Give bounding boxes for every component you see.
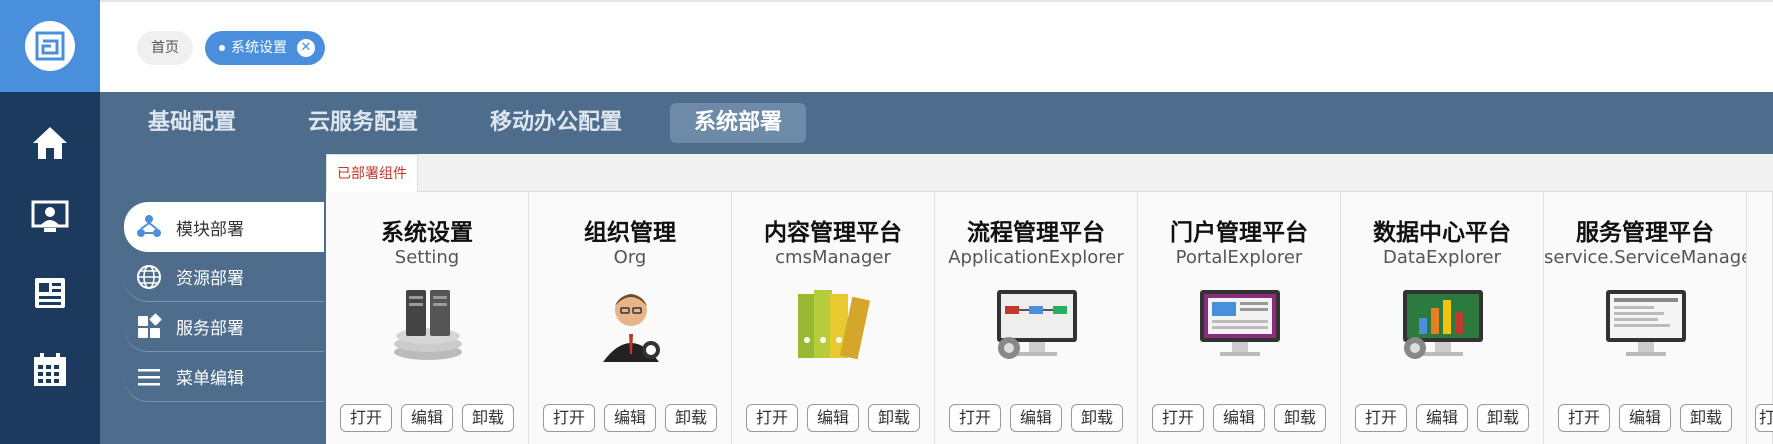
card-actions: 打开 编辑 卸载	[746, 404, 920, 432]
app-root: 首页 系统设置 ✕ 基础配置 云服务配置 移动办公配置 系统部署 模块部署 资源…	[0, 0, 1773, 444]
edit-button[interactable]: 编辑	[807, 404, 859, 432]
component-card-partial: 打	[1747, 192, 1773, 444]
card-title: 门户管理平台	[1170, 220, 1308, 246]
side-item-label: 模块部署	[176, 219, 244, 240]
uninstall-button[interactable]: 卸载	[1071, 404, 1123, 432]
side-item-label: 资源部署	[176, 269, 244, 289]
news-icon[interactable]	[0, 268, 100, 318]
calendar-icon[interactable]	[0, 345, 100, 395]
card-subtitle: Setting	[394, 247, 460, 268]
edit-button[interactable]: 编辑	[1213, 404, 1265, 432]
open-button[interactable]: 打开	[1558, 404, 1610, 432]
component-card-portal: 门户管理平台 PortalExplorer 打开 编辑 卸载	[1138, 192, 1341, 444]
deployed-components-panel: 已部署组件 系统设置 Setting 打开 编辑 卸载 组织管理 Org 打开 …	[326, 154, 1773, 444]
open-button[interactable]: 打	[1755, 404, 1773, 432]
menu-icon	[134, 362, 164, 392]
uninstall-button[interactable]: 卸载	[462, 404, 514, 432]
globe-icon	[134, 262, 164, 292]
edit-button[interactable]: 编辑	[401, 404, 453, 432]
open-button[interactable]: 打开	[746, 404, 798, 432]
component-card-workflow: 流程管理平台 ApplicationExplorer 打开 编辑 卸载	[935, 192, 1138, 444]
service-monitor-image	[1600, 284, 1692, 364]
open-button[interactable]: 打开	[340, 404, 392, 432]
binders-image	[788, 284, 880, 364]
card-actions: 打	[1755, 404, 1773, 432]
breadcrumb-home[interactable]: 首页	[137, 31, 193, 65]
card-subtitle: service.ServiceManage	[1544, 247, 1746, 268]
card-title: 系统设置	[381, 220, 473, 246]
logo-icon	[25, 21, 75, 71]
card-title: 数据中心平台	[1373, 220, 1511, 246]
component-card-setting: 系统设置 Setting 打开 编辑 卸载	[326, 192, 529, 444]
side-item-label: 菜单编辑	[176, 369, 244, 389]
open-button[interactable]: 打开	[1152, 404, 1204, 432]
side-item-service-deploy[interactable]: 服务部署	[124, 302, 324, 352]
card-subtitle: cmsManager	[775, 247, 891, 268]
portal-monitor-image	[1194, 284, 1286, 364]
component-card-cms: 内容管理平台 cmsManager 打开 编辑 卸载	[732, 192, 935, 444]
card-actions: 打开 编辑 卸载	[340, 404, 514, 432]
side-item-label: 服务部署	[176, 319, 244, 339]
top-tabs: 基础配置 云服务配置 移动办公配置 系统部署	[100, 92, 807, 154]
uninstall-button[interactable]: 卸载	[1680, 404, 1732, 432]
card-actions: 打开 编辑 卸载	[1152, 404, 1326, 432]
card-title: 内容管理平台	[764, 220, 902, 246]
card-actions: 打开 编辑 卸载	[1355, 404, 1529, 432]
component-cards: 系统设置 Setting 打开 编辑 卸载 组织管理 Org 打开 编辑 卸载 …	[326, 192, 1773, 444]
card-title: 流程管理平台	[967, 220, 1105, 246]
card-actions: 打开 编辑 卸载	[543, 404, 717, 432]
card-title: 服务管理平台	[1576, 220, 1714, 246]
server-image	[382, 284, 474, 364]
open-button[interactable]: 打开	[543, 404, 595, 432]
main-area: 基础配置 云服务配置 移动办公配置 系统部署 模块部署 资源部署 服务部署 菜单…	[100, 92, 1773, 444]
card-title: 组织管理	[584, 220, 676, 246]
panel-tab-bar: 已部署组件	[326, 154, 1773, 192]
tab-system-deploy[interactable]: 系统部署	[670, 103, 807, 143]
uninstall-button[interactable]: 卸载	[868, 404, 920, 432]
module-icon	[134, 212, 164, 242]
card-subtitle: DataExplorer	[1383, 247, 1501, 268]
card-actions: 打开 编辑 卸载	[949, 404, 1123, 432]
side-item-module-deploy[interactable]: 模块部署	[124, 202, 324, 252]
tab-mobile-config[interactable]: 移动办公配置	[466, 103, 646, 143]
card-actions: 打开 编辑 卸载	[1558, 404, 1732, 432]
breadcrumb-active-tab[interactable]: 系统设置 ✕	[205, 31, 325, 65]
edit-button[interactable]: 编辑	[1010, 404, 1062, 432]
card-subtitle: ApplicationExplorer	[948, 247, 1124, 268]
uninstall-button[interactable]: 卸载	[1274, 404, 1326, 432]
user-screen-icon[interactable]	[0, 192, 100, 242]
home-icon[interactable]	[0, 118, 100, 168]
tab-cloud-config[interactable]: 云服务配置	[284, 103, 442, 143]
edit-button[interactable]: 编辑	[1416, 404, 1468, 432]
side-menu: 模块部署 资源部署 服务部署 菜单编辑	[124, 202, 324, 402]
component-card-data: 数据中心平台 DataExplorer 打开 编辑 卸载	[1341, 192, 1544, 444]
left-rail	[0, 0, 100, 444]
person-image	[585, 284, 677, 364]
tab-deployed-components[interactable]: 已部署组件	[326, 154, 418, 192]
close-icon[interactable]: ✕	[297, 39, 315, 57]
active-dot-icon	[219, 45, 225, 51]
blocks-icon	[134, 312, 164, 342]
edit-button[interactable]: 编辑	[1619, 404, 1671, 432]
component-card-org: 组织管理 Org 打开 编辑 卸载	[529, 192, 732, 444]
uninstall-button[interactable]: 卸载	[665, 404, 717, 432]
open-button[interactable]: 打开	[949, 404, 1001, 432]
uninstall-button[interactable]: 卸载	[1477, 404, 1529, 432]
card-subtitle: PortalExplorer	[1175, 247, 1303, 268]
side-item-menu-edit[interactable]: 菜单编辑	[124, 352, 324, 402]
tab-basic-config[interactable]: 基础配置	[124, 103, 260, 143]
open-button[interactable]: 打开	[1355, 404, 1407, 432]
side-item-resource-deploy[interactable]: 资源部署	[124, 252, 324, 302]
workflow-monitor-image	[991, 284, 1083, 364]
breadcrumb-active-label: 系统设置	[231, 40, 287, 56]
card-subtitle: Org	[613, 247, 647, 268]
edit-button[interactable]: 编辑	[604, 404, 656, 432]
top-bar: 首页 系统设置 ✕	[100, 0, 1773, 92]
logo-area[interactable]	[0, 0, 100, 92]
component-card-service: 服务管理平台 service.ServiceManage 打开 编辑 卸载	[1544, 192, 1747, 444]
data-monitor-image	[1397, 284, 1489, 364]
